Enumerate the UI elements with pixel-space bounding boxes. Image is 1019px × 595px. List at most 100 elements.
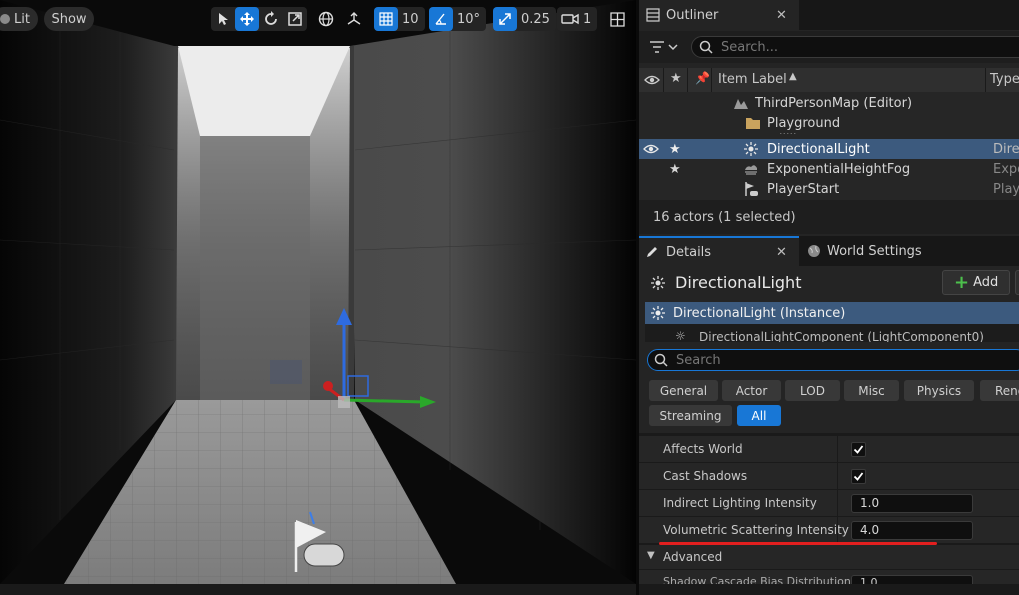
globe-icon xyxy=(808,245,820,257)
affects-world-checkbox[interactable] xyxy=(851,442,866,457)
surface-snapping-button[interactable] xyxy=(342,7,366,31)
scale-snap-group[interactable]: 0.25 xyxy=(493,7,556,31)
rotation-snap-group[interactable]: 10° xyxy=(429,7,487,31)
property-row[interactable]: Volumetric Scattering Intensity 4.0 xyxy=(639,517,1019,544)
grid-snap-toggle[interactable] xyxy=(374,7,398,31)
volumetric-scattering-intensity-field[interactable]: 4.0 xyxy=(851,521,973,540)
tab-details[interactable]: Details ✕ xyxy=(639,236,799,266)
right-panel: Outliner ✕ Search... ★ 📌 Item Label ▲ Ty… xyxy=(639,0,1019,595)
filter-physics[interactable]: Physics xyxy=(904,380,974,401)
scale-snap-icon xyxy=(499,13,511,25)
close-icon[interactable]: ✕ xyxy=(776,8,787,23)
tree-row[interactable]: ThirdPersonMap (Editor) xyxy=(639,93,1019,113)
filter-rendering[interactable]: Rend xyxy=(980,380,1019,401)
details-tabbar: Details ✕ World Settings xyxy=(639,236,1019,266)
scale-snap-toggle[interactable] xyxy=(493,7,517,31)
scale-snap-value[interactable]: 0.25 xyxy=(517,12,556,27)
viewport-layout-button[interactable] xyxy=(605,7,629,31)
transform-tools xyxy=(211,7,307,31)
translate-tool-button[interactable] xyxy=(235,7,259,31)
add-component-button[interactable]: + Add xyxy=(942,270,1010,295)
property-label: Shadow Cascade Bias Distribution xyxy=(663,575,851,584)
layout-grid-icon xyxy=(609,11,625,27)
directional-light-icon xyxy=(651,276,665,290)
rotation-snap-value[interactable]: 10° xyxy=(453,12,486,27)
star-icon[interactable]: ★ xyxy=(669,162,681,177)
actor-count: 16 actors (1 selected) xyxy=(653,210,796,225)
search-icon xyxy=(699,40,713,54)
filter-general[interactable]: General xyxy=(649,380,718,401)
property-row[interactable]: Affects World xyxy=(639,436,1019,463)
level-viewport[interactable]: Lit Show 10 10° 0.25 1 xyxy=(0,0,636,584)
lit-sphere-icon xyxy=(0,14,10,24)
rotation-snap-toggle[interactable] xyxy=(429,7,453,31)
cast-shadows-checkbox[interactable] xyxy=(851,469,866,484)
add-button-label: Add xyxy=(973,275,999,290)
indirect-lighting-intensity-field[interactable]: 1.0 xyxy=(851,494,973,513)
visibility-eye-icon xyxy=(644,75,660,85)
details-search-input[interactable]: Search xyxy=(647,349,1019,371)
close-icon[interactable]: ✕ xyxy=(776,245,787,260)
select-tool-button[interactable] xyxy=(211,7,235,31)
grid-snap-value[interactable]: 10 xyxy=(398,12,425,27)
column-item-label[interactable]: Item Label xyxy=(718,72,787,87)
filter-dropdown[interactable] xyxy=(649,39,679,58)
property-row[interactable]: Indirect Lighting Intensity 1.0 xyxy=(639,490,1019,517)
filter-actor[interactable]: Actor xyxy=(722,380,781,401)
more-button[interactable] xyxy=(1015,270,1019,295)
view-mode-button[interactable]: Lit xyxy=(0,7,38,31)
component-tree: DirectionalLight (Instance) ☼ Directiona… xyxy=(645,302,1019,342)
surface-snap-icon xyxy=(347,12,361,25)
component-instance-label: DirectionalLight (Instance) xyxy=(673,306,846,321)
outliner-search-placeholder: Search... xyxy=(721,39,779,55)
angle-icon xyxy=(435,13,446,25)
property-value-field[interactable]: 1.0 xyxy=(851,575,973,584)
tree-item-label: Playground xyxy=(767,115,841,131)
tree-row[interactable]: PlayerStart Play xyxy=(639,179,1019,199)
outliner-search-row: Search... xyxy=(639,31,1019,63)
checkmark-icon xyxy=(853,472,864,481)
pencil-icon xyxy=(647,247,657,257)
show-button[interactable]: Show xyxy=(44,7,94,31)
tree-row[interactable]: Playground xyxy=(639,113,1019,133)
tab-outliner[interactable]: Outliner ✕ xyxy=(639,0,799,30)
star-icon[interactable]: ★ xyxy=(669,142,681,157)
scene-render[interactable] xyxy=(0,0,636,584)
pin-icon[interactable]: 📌 xyxy=(695,71,710,85)
actor-name[interactable]: DirectionalLight xyxy=(675,273,801,292)
filter-misc[interactable]: Misc xyxy=(844,380,899,401)
scale-tool-button[interactable] xyxy=(283,7,307,31)
outliner-icon xyxy=(646,8,660,22)
filter-lod[interactable]: LOD xyxy=(785,380,840,401)
camera-speed-value[interactable]: 1 xyxy=(579,12,597,27)
outliner-status-bar: 16 actors (1 selected) xyxy=(639,200,1019,234)
outliner-tabbar: Outliner ✕ xyxy=(639,0,1019,30)
directional-light-icon xyxy=(651,306,665,320)
star-icon[interactable]: ★ xyxy=(670,71,682,86)
tree-item-label: DirectionalLight xyxy=(767,141,870,157)
scale-icon xyxy=(288,12,302,26)
camera-speed-group[interactable]: 1 xyxy=(557,7,598,31)
tab-world-settings[interactable]: World Settings xyxy=(801,236,961,266)
tree-row-selected[interactable]: ★ DirectionalLight Dire xyxy=(639,139,1019,159)
outliner-search-input[interactable]: Search... xyxy=(691,36,1019,58)
filter-streaming[interactable]: Streaming xyxy=(649,405,732,426)
property-row-clipped[interactable]: Shadow Cascade Bias Distribution 1.0 xyxy=(639,570,1019,584)
tree-row[interactable]: ★ ExponentialHeightFog Expo xyxy=(639,159,1019,179)
rotate-icon xyxy=(265,11,277,25)
property-label: Cast Shadows xyxy=(663,469,748,483)
advanced-section-header[interactable]: ▼ Advanced xyxy=(639,545,1019,569)
cursor-icon xyxy=(219,13,228,25)
plus-icon: + xyxy=(954,272,970,293)
property-row[interactable]: Cast Shadows xyxy=(639,463,1019,490)
component-instance-row[interactable]: DirectionalLight (Instance) xyxy=(645,302,1019,324)
rotate-tool-button[interactable] xyxy=(259,7,283,31)
column-type[interactable]: Type xyxy=(990,72,1019,87)
component-child-row[interactable]: ☼ DirectionalLightComponent (LightCompon… xyxy=(645,326,1019,342)
component-child-label: DirectionalLightComponent (LightComponen… xyxy=(699,330,984,342)
filter-all[interactable]: All xyxy=(737,405,781,426)
world-space-button[interactable] xyxy=(314,7,338,31)
directional-light-icon: ☼ xyxy=(675,329,686,342)
move-arrows-icon xyxy=(240,12,254,26)
grid-snap-group[interactable]: 10 xyxy=(374,7,425,31)
